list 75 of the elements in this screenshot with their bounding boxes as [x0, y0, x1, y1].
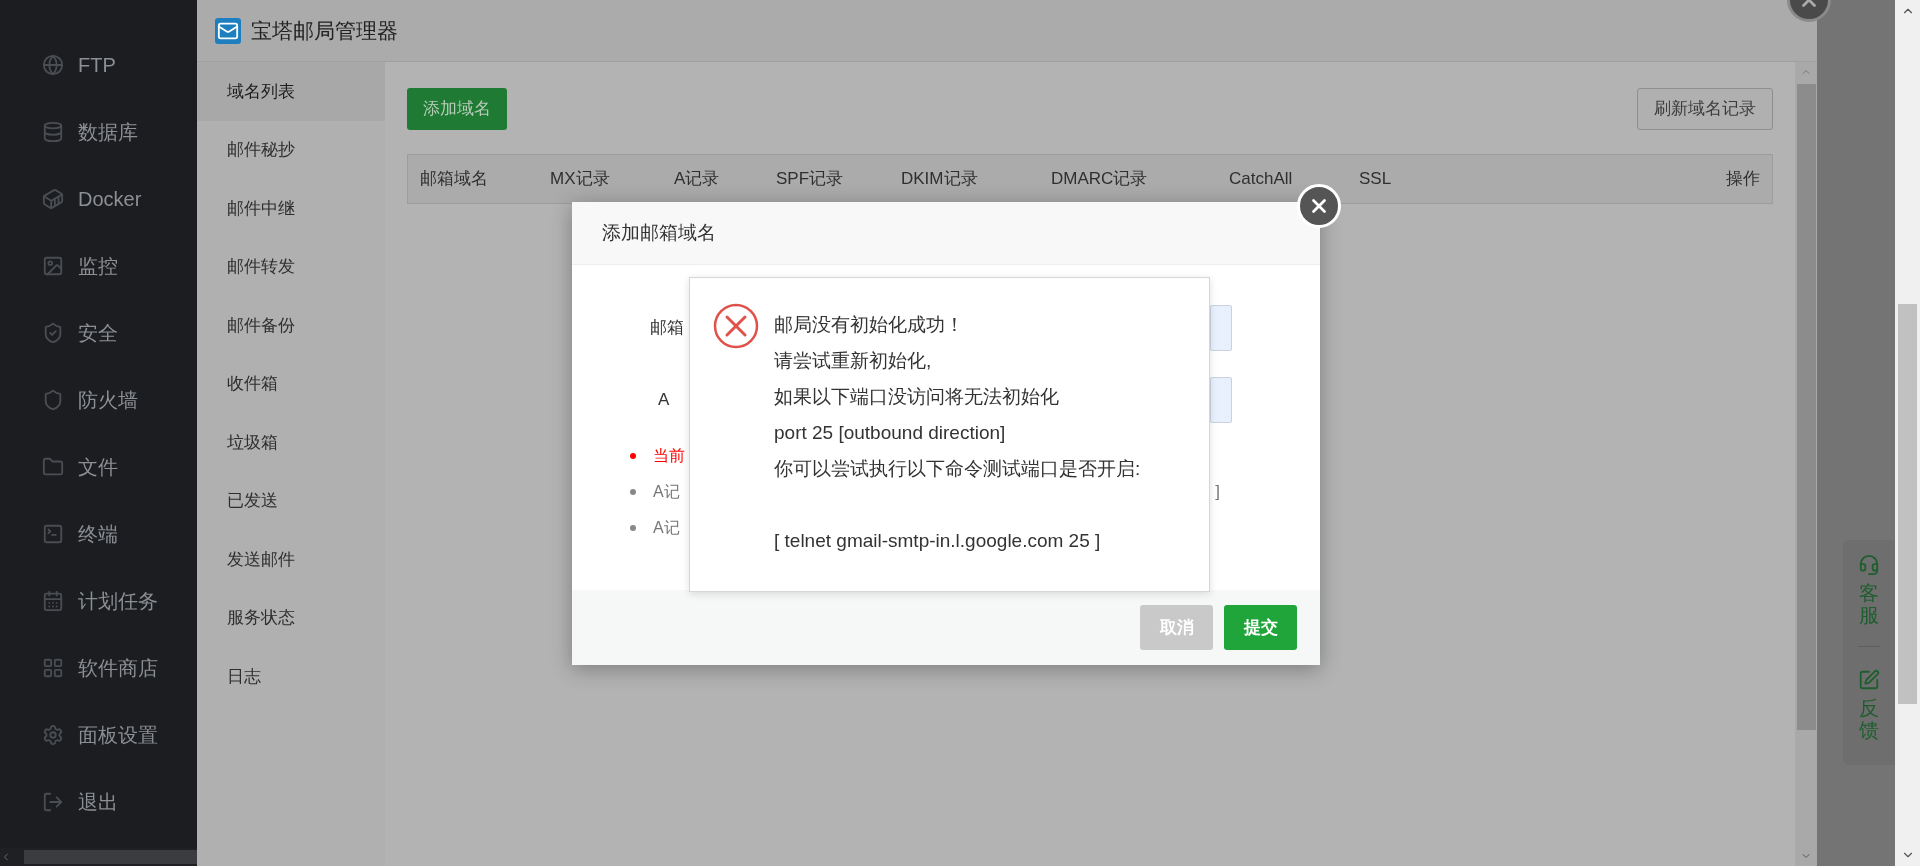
- grid-icon: [42, 656, 64, 679]
- nav-item[interactable]: 垃圾箱: [197, 413, 385, 472]
- shield-icon: [42, 388, 64, 411]
- alert-text: 请尝试重新初始化,: [774, 349, 933, 373]
- bullet-icon: [630, 453, 636, 459]
- alert-text: 如果以下端口没访问将无法初始化: [774, 385, 1060, 409]
- column-header: 邮箱域名: [420, 168, 489, 191]
- sidebar-item[interactable]: 数据库: [0, 98, 197, 165]
- globe-icon: [42, 53, 64, 76]
- database-icon: [42, 120, 64, 143]
- sidebar-item[interactable]: 退出: [0, 768, 197, 835]
- scrollbar-thumb[interactable]: [1796, 84, 1816, 730]
- page-scrollbar[interactable]: [1895, 0, 1920, 866]
- shield-check-icon: [42, 321, 64, 344]
- note-text: A记: [653, 482, 680, 502]
- edit-icon: [1858, 669, 1880, 691]
- scrollbar-thumb[interactable]: [24, 850, 197, 864]
- sidebar-item[interactable]: Docker: [0, 165, 197, 232]
- nav-item[interactable]: 发送邮件: [197, 530, 385, 589]
- alert-command: [ telnet gmail-smtp-in.l.google.com 25 ]: [774, 529, 1102, 553]
- sidebar-item[interactable]: 面板设置: [0, 701, 197, 768]
- bullet-icon: [630, 525, 636, 531]
- logout-icon: [42, 790, 64, 813]
- headset-icon: [1858, 554, 1880, 576]
- nav-item[interactable]: 已发送: [197, 471, 385, 530]
- field-label: 邮箱: [650, 317, 684, 340]
- calendar-icon: [42, 589, 64, 612]
- bullet-icon: [630, 489, 636, 495]
- nav-item[interactable]: 服务状态: [197, 588, 385, 647]
- nav-item[interactable]: 邮件中继: [197, 179, 385, 238]
- sidebar-item[interactable]: 软件商店: [0, 634, 197, 701]
- sidebar-item[interactable]: 安全: [0, 299, 197, 366]
- add-domain-button[interactable]: 添加域名: [407, 88, 507, 130]
- sidebar-item[interactable]: 终端: [0, 500, 197, 567]
- column-header: DMARC记录: [1051, 168, 1149, 191]
- nav-item[interactable]: 域名列表: [197, 62, 385, 121]
- alert-text: 你可以尝试执行以下命令测试端口是否开启:: [774, 457, 1141, 481]
- error-icon: [713, 303, 759, 349]
- sidebar-item[interactable]: 计划任务: [0, 567, 197, 634]
- scrollbar-thumb[interactable]: [1898, 304, 1917, 704]
- mail-icon: [215, 17, 241, 44]
- sidebar-item[interactable]: 监控: [0, 232, 197, 299]
- settings-icon: [42, 723, 64, 746]
- window-title: 宝塔邮局管理器: [251, 17, 398, 44]
- column-header: A记录: [674, 168, 721, 191]
- note-text: ]: [1215, 481, 1220, 504]
- terminal-icon: [42, 522, 64, 545]
- sidebar-item[interactable]: 防火墙: [0, 366, 197, 433]
- image-icon: [42, 254, 64, 277]
- folder-icon: [42, 455, 64, 478]
- input-field[interactable]: [1210, 377, 1232, 423]
- column-header: CatchAll: [1229, 168, 1294, 191]
- input-field[interactable]: [1210, 305, 1232, 351]
- plugin-scrollbar[interactable]: [1795, 62, 1817, 866]
- nav-item[interactable]: 收件箱: [197, 354, 385, 413]
- column-header: DKIM记录: [901, 168, 979, 191]
- alert-text: port 25 [outbound direction]: [774, 421, 1007, 445]
- note-text: A记: [653, 518, 680, 538]
- sidebar-item[interactable]: 文件: [0, 433, 197, 500]
- submit-button[interactable]: 提交: [1224, 605, 1297, 650]
- alert-text: 邮局没有初始化成功！: [774, 313, 965, 337]
- refresh-button[interactable]: 刷新域名记录: [1637, 88, 1773, 130]
- dialog-title: 添加邮箱域名: [602, 220, 716, 245]
- column-header: 操作: [1726, 168, 1760, 191]
- nav-item[interactable]: 邮件秘抄: [197, 120, 385, 179]
- note-text: 当前: [653, 446, 685, 466]
- column-header: MX记录: [550, 168, 611, 191]
- sidebar-item[interactable]: FTP: [0, 31, 197, 98]
- nav-item[interactable]: 日志: [197, 647, 385, 706]
- container-icon: [42, 187, 64, 210]
- nav-item[interactable]: 邮件转发: [197, 237, 385, 296]
- nav-item[interactable]: 邮件备份: [197, 296, 385, 355]
- field-label: A: [658, 389, 670, 412]
- column-header: SSL: [1359, 168, 1393, 191]
- column-header: SPF记录: [776, 168, 845, 191]
